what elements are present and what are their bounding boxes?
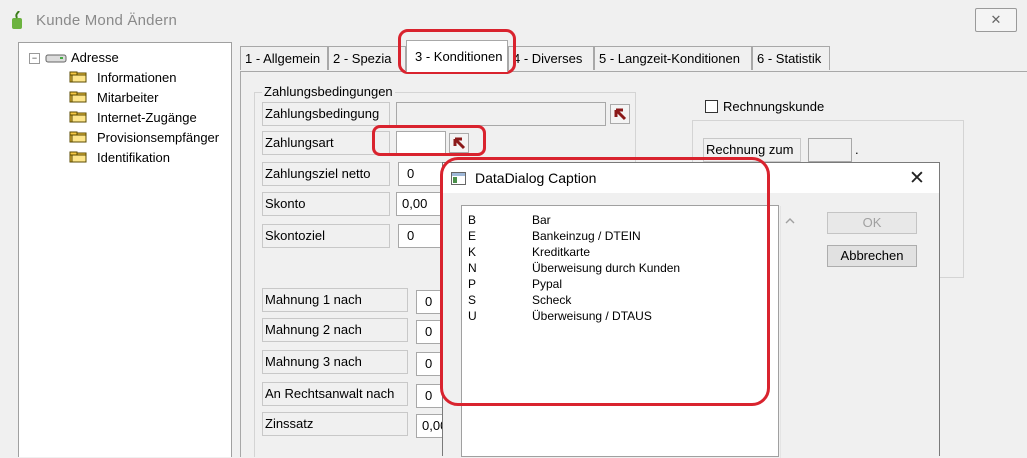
tab-langzeit-konditionen[interactable]: 5 - Langzeit-Konditionen bbox=[594, 46, 752, 70]
title-bar: Kunde Mond Ändern ✕ bbox=[0, 0, 1027, 40]
tree-item-provisionsempfaenger[interactable]: Provisionsempfänger bbox=[97, 130, 219, 145]
tab-allgemein[interactable]: 1 - Allgemein bbox=[240, 46, 328, 70]
folder-icon bbox=[69, 91, 87, 103]
folder-icon bbox=[69, 131, 87, 143]
arrow-up-left-icon bbox=[614, 108, 627, 121]
label-zahlungsziel-netto: Zahlungsziel netto bbox=[262, 162, 390, 186]
dialog-title-bar: DataDialog Caption ✕ bbox=[443, 163, 939, 193]
zahlungsart-listbox[interactable]: B Bar E Bankeinzug / DTEIN K Kreditkarte N Ü… bbox=[461, 205, 799, 458]
listbox-scrollbar[interactable] bbox=[780, 206, 799, 458]
folder-icon bbox=[69, 151, 87, 163]
label-mahnung-3: Mahnung 3 nach bbox=[262, 350, 408, 374]
list-item-code: B bbox=[468, 213, 477, 227]
tree-root-adresse[interactable]: Adresse bbox=[71, 50, 119, 65]
data-dialog: DataDialog Caption ✕ B Bar E Bankeinzug / … bbox=[442, 162, 940, 458]
skonto-input[interactable]: 0,00 bbox=[396, 192, 446, 216]
window-title: Kunde Mond Ändern bbox=[36, 12, 178, 29]
list-item-code: K bbox=[468, 245, 477, 259]
label-skontoziel: Skontoziel bbox=[262, 224, 390, 248]
list-item-code: U bbox=[468, 309, 477, 323]
list-item-code: S bbox=[468, 293, 477, 307]
tab-konditionen[interactable]: 3 - Konditionen bbox=[406, 40, 508, 72]
list-item-code: N bbox=[468, 261, 477, 275]
list-item-label: Bankeinzug / DTEIN bbox=[532, 229, 641, 243]
label-rechnung-zum: Rechnung zum bbox=[703, 138, 801, 162]
rechnungskunde-checkbox[interactable] bbox=[705, 100, 718, 113]
zahlungsbedingung-lookup-button[interactable] bbox=[610, 104, 630, 124]
label-an-rechtsanwalt: An Rechtsanwalt nach bbox=[262, 382, 408, 406]
label-rechnungskunde: Rechnungskunde bbox=[723, 99, 825, 114]
group-title-zahlungsbedingungen: Zahlungsbedingungen bbox=[262, 84, 395, 99]
label-zinssatz: Zinssatz bbox=[262, 412, 408, 436]
scroll-up-icon[interactable] bbox=[781, 214, 799, 228]
dialog-window-icon bbox=[451, 172, 466, 185]
cancel-button[interactable]: Abbrechen bbox=[827, 245, 917, 267]
window-close-button[interactable]: ✕ bbox=[975, 8, 1017, 32]
tree-collapse-icon[interactable]: − bbox=[29, 53, 40, 64]
app-icon bbox=[12, 11, 22, 29]
list-item-code: P bbox=[468, 277, 477, 291]
navigation-tree[interactable]: − Adresse Informationen Mitarbeiter Inte… bbox=[18, 42, 232, 457]
list-item-label: Überweisung durch Kunden bbox=[532, 261, 681, 275]
label-mahnung-2: Mahnung 2 nach bbox=[262, 318, 408, 342]
main-window: Kunde Mond Ändern ✕ − Adresse Informatio… bbox=[0, 0, 1027, 458]
tree-item-identifikation[interactable]: Identifikation bbox=[97, 150, 170, 165]
folder-icon bbox=[69, 111, 87, 123]
tab-diverses[interactable]: 4 - Diverses bbox=[508, 46, 594, 70]
rechnung-zum-suffix: . bbox=[855, 142, 859, 157]
zahlungsart-lookup-button[interactable] bbox=[449, 133, 469, 153]
list-item-label: Scheck bbox=[532, 293, 572, 307]
list-item-code: E bbox=[468, 229, 477, 243]
list-item-label: Pypal bbox=[532, 277, 563, 291]
ok-button[interactable]: OK bbox=[827, 212, 917, 234]
list-item-label: Bar bbox=[532, 213, 551, 227]
label-mahnung-1: Mahnung 1 nach bbox=[262, 288, 408, 312]
zahlungsart-input[interactable] bbox=[396, 131, 446, 155]
rechnung-zum-input[interactable] bbox=[808, 138, 852, 162]
tree-item-mitarbeiter[interactable]: Mitarbeiter bbox=[97, 90, 158, 105]
skontoziel-input[interactable]: 0 bbox=[398, 224, 448, 248]
label-skonto: Skonto bbox=[262, 192, 390, 216]
dialog-caption: DataDialog Caption bbox=[475, 170, 597, 186]
list-item-label: Überweisung / DTAUS bbox=[532, 309, 652, 323]
label-zahlungsbedingung: Zahlungsbedingung bbox=[262, 102, 390, 126]
tree-item-informationen[interactable]: Informationen bbox=[97, 70, 177, 85]
tree-item-internet-zugaenge[interactable]: Internet-Zugänge bbox=[97, 110, 197, 125]
tab-statistik[interactable]: 6 - Statistik bbox=[752, 46, 830, 70]
zahlungsziel-input[interactable]: 0 bbox=[398, 162, 448, 186]
folder-icon bbox=[69, 71, 87, 83]
drive-icon bbox=[45, 54, 67, 63]
zahlungsbedingung-input[interactable] bbox=[396, 102, 606, 126]
dialog-close-icon[interactable]: ✕ bbox=[909, 167, 925, 190]
tab-spezial[interactable]: 2 - Spezia bbox=[328, 46, 406, 70]
list-item-label: Kreditkarte bbox=[532, 245, 591, 259]
label-zahlungsart: Zahlungsart bbox=[262, 131, 390, 155]
arrow-up-left-icon bbox=[453, 137, 466, 150]
